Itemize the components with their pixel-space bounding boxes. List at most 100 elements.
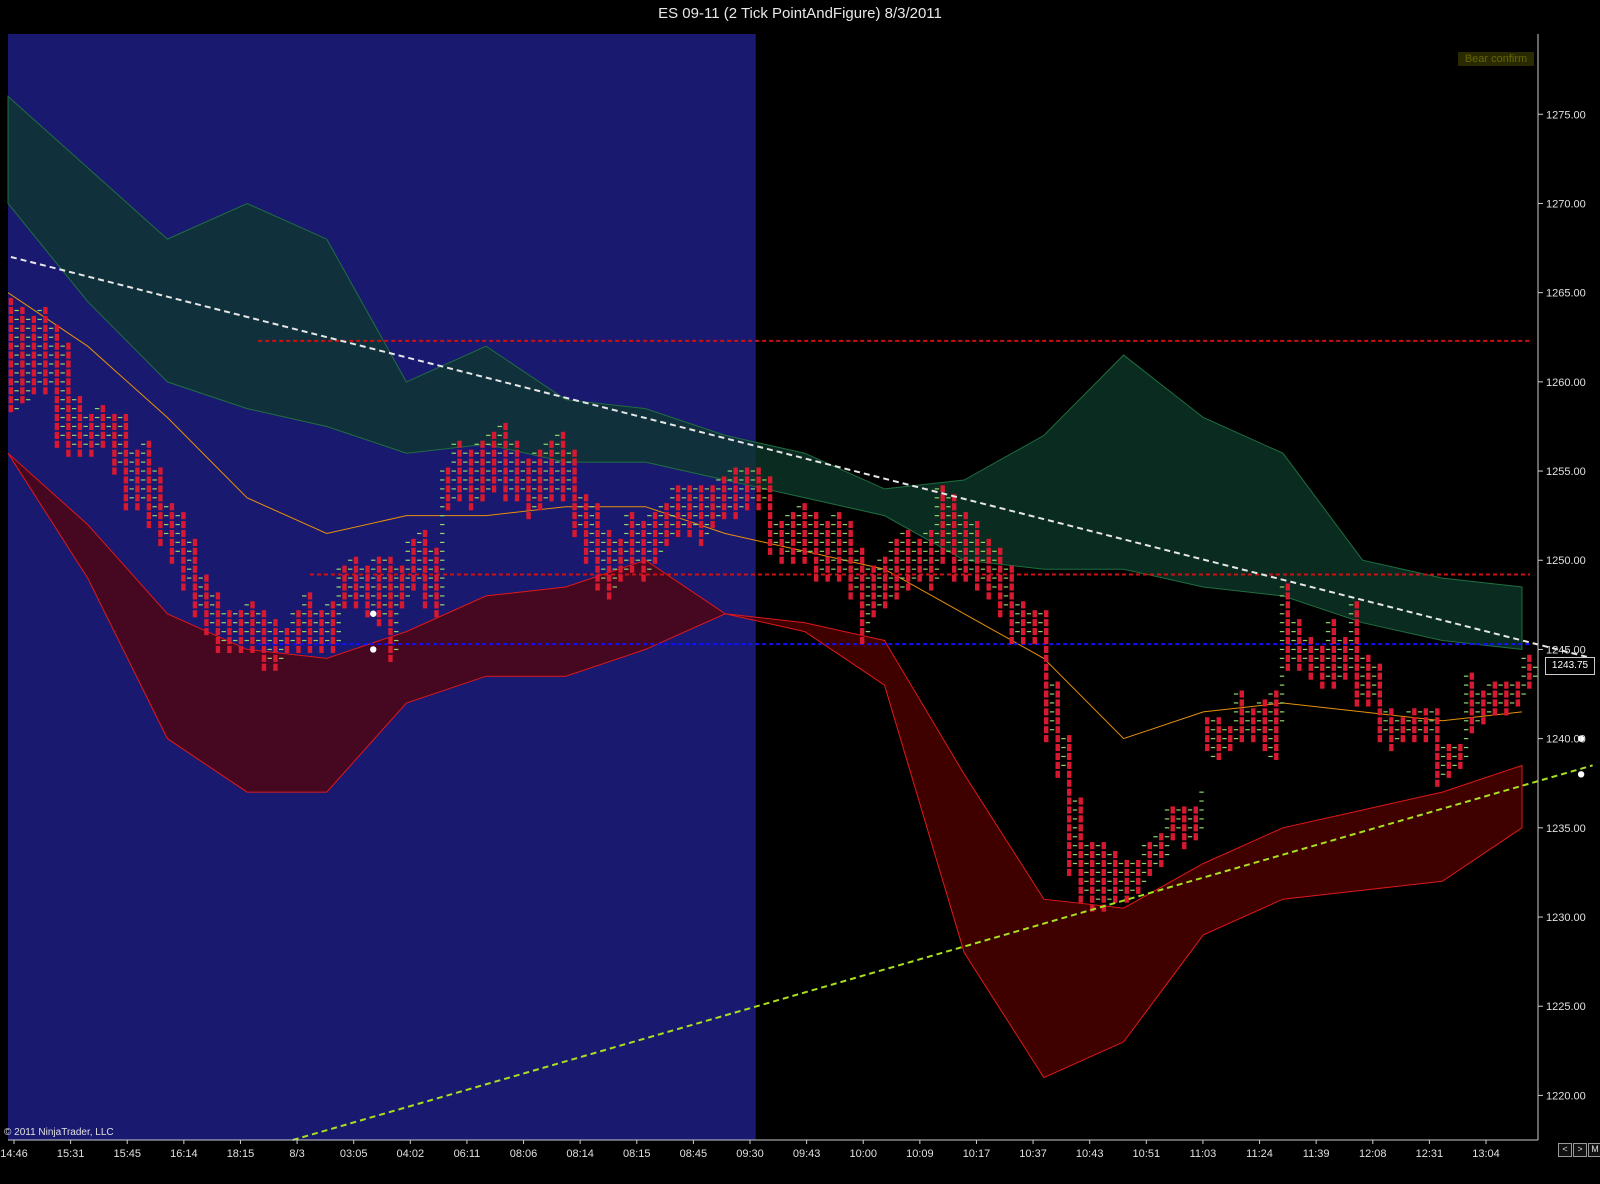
y-tick-label: 1265.00 <box>1546 288 1586 300</box>
scroll-right-button[interactable]: > <box>1573 1143 1587 1157</box>
pnf-column <box>549 440 554 502</box>
x-tick-label: 12:31 <box>1416 1148 1444 1160</box>
pnf-column <box>1377 663 1383 743</box>
pnf-column <box>940 485 945 564</box>
pnf-column <box>112 413 117 475</box>
x-tick-label: 15:31 <box>57 1148 85 1160</box>
pnf-column <box>744 467 750 511</box>
pnf-column <box>480 440 485 502</box>
pnf-column <box>917 538 922 582</box>
pnf-column <box>721 476 727 520</box>
last-price-tag: 1243.75 <box>1545 657 1595 675</box>
pnf-column <box>422 529 428 609</box>
pnf-column <box>238 610 244 654</box>
pnf-column <box>905 529 911 591</box>
pnf-column <box>1435 708 1440 787</box>
pnf-column <box>158 467 163 546</box>
pnf-column <box>894 538 899 600</box>
y-tick-label: 1260.00 <box>1546 377 1586 389</box>
x-tick-label: 11:03 <box>1190 1148 1217 1160</box>
y-tick-label: 1230.00 <box>1546 912 1586 924</box>
pnf-column <box>468 449 474 511</box>
pnf-column <box>503 422 508 502</box>
pnf-column <box>192 538 198 618</box>
pnf-column <box>445 467 451 511</box>
x-tick-label: 08:45 <box>680 1148 708 1160</box>
x-tick-label: 08:14 <box>566 1148 594 1160</box>
y-tick-label: 1270.00 <box>1546 198 1586 210</box>
x-tick-label: 09:30 <box>736 1148 764 1160</box>
pnf-column <box>296 610 301 654</box>
pnf-column <box>1389 708 1394 752</box>
pnf-column <box>227 610 232 654</box>
x-tick-label: 16:14 <box>170 1148 198 1160</box>
pnf-column <box>1308 636 1314 680</box>
pnf-column <box>399 565 405 609</box>
y-tick-label: 1255.00 <box>1546 466 1586 478</box>
y-tick-label: 1235.00 <box>1546 823 1586 835</box>
chart-menu-button[interactable]: M <box>1588 1143 1600 1157</box>
pnf-column <box>1343 636 1348 680</box>
x-tick-label: 10:00 <box>849 1148 877 1160</box>
y-tick-label: 1245.00 <box>1546 644 1586 656</box>
y-tick-label: 1220.00 <box>1546 1090 1586 1102</box>
scroll-left-button[interactable]: < <box>1558 1143 1572 1157</box>
x-tick-label: 09:43 <box>793 1148 821 1160</box>
x-tick-label: 10:43 <box>1076 1148 1104 1160</box>
pnf-column <box>859 547 865 645</box>
nav-controls: < > M <box>1558 1143 1600 1157</box>
pnf-column <box>307 592 313 654</box>
x-tick-label: 12:08 <box>1359 1148 1387 1160</box>
pnf-column <box>537 449 543 511</box>
pnf-column <box>767 476 773 555</box>
x-tick-label: 10:17 <box>963 1148 991 1160</box>
x-tick-label: 08:15 <box>623 1148 651 1160</box>
pnf-column <box>1400 717 1406 743</box>
pnf-column <box>169 503 175 564</box>
pnf-column <box>77 396 83 457</box>
pnf-column <box>848 520 853 600</box>
y-tick-label: 1250.00 <box>1546 555 1586 567</box>
pnf-column <box>664 503 669 546</box>
pnf-column <box>491 431 497 493</box>
signal-dot <box>1577 771 1585 778</box>
pnf-column <box>986 538 991 600</box>
x-tick-label: 03:05 <box>340 1148 368 1160</box>
x-tick-label: 11:24 <box>1246 1148 1273 1160</box>
pnf-column <box>342 565 347 609</box>
x-tick-label: 10:09 <box>906 1148 934 1160</box>
x-tick-label: 18:15 <box>227 1148 255 1160</box>
pnf-column <box>181 512 186 591</box>
pnf-column <box>1182 806 1187 850</box>
pnf-column <box>1009 565 1014 645</box>
pnf-column <box>641 520 646 582</box>
x-tick-label: 13:04 <box>1472 1148 1500 1160</box>
pnf-column <box>457 440 462 502</box>
pnf-column <box>135 449 140 511</box>
pnf-column <box>514 440 520 502</box>
pnf-column <box>1044 610 1049 743</box>
pnf-column <box>1515 681 1521 707</box>
x-tick-label: 06:11 <box>454 1148 481 1160</box>
pnf-column <box>215 592 221 654</box>
x-tick-label: 8/3 <box>289 1148 304 1160</box>
pnf-column <box>1228 726 1233 752</box>
pnf-column <box>802 503 807 564</box>
pnf-column <box>1458 743 1463 769</box>
pnf-column <box>1216 717 1221 761</box>
pnf-column <box>1320 645 1325 689</box>
pnf-column <box>123 413 129 511</box>
pnf-column <box>1124 859 1129 903</box>
pnf-column <box>756 467 761 511</box>
copyright-text: © 2011 NinjaTrader, LLC <box>4 1127 114 1138</box>
pnf-column <box>618 538 623 582</box>
chart[interactable]: 1220.00 1225.00 1230.00 1235.00 1240.00 1245.… <box>0 0 1600 1184</box>
pnf-column <box>204 574 209 636</box>
x-tick-label: 11:39 <box>1303 1148 1330 1160</box>
y-tick-label: 1240.00 <box>1546 734 1586 746</box>
pnf-column <box>1055 681 1060 778</box>
x-tick-label: 15:45 <box>113 1148 141 1160</box>
bear-confirm-label: Bear confirm <box>1458 52 1534 66</box>
pnf-column <box>20 306 25 404</box>
pnf-column <box>284 628 290 654</box>
